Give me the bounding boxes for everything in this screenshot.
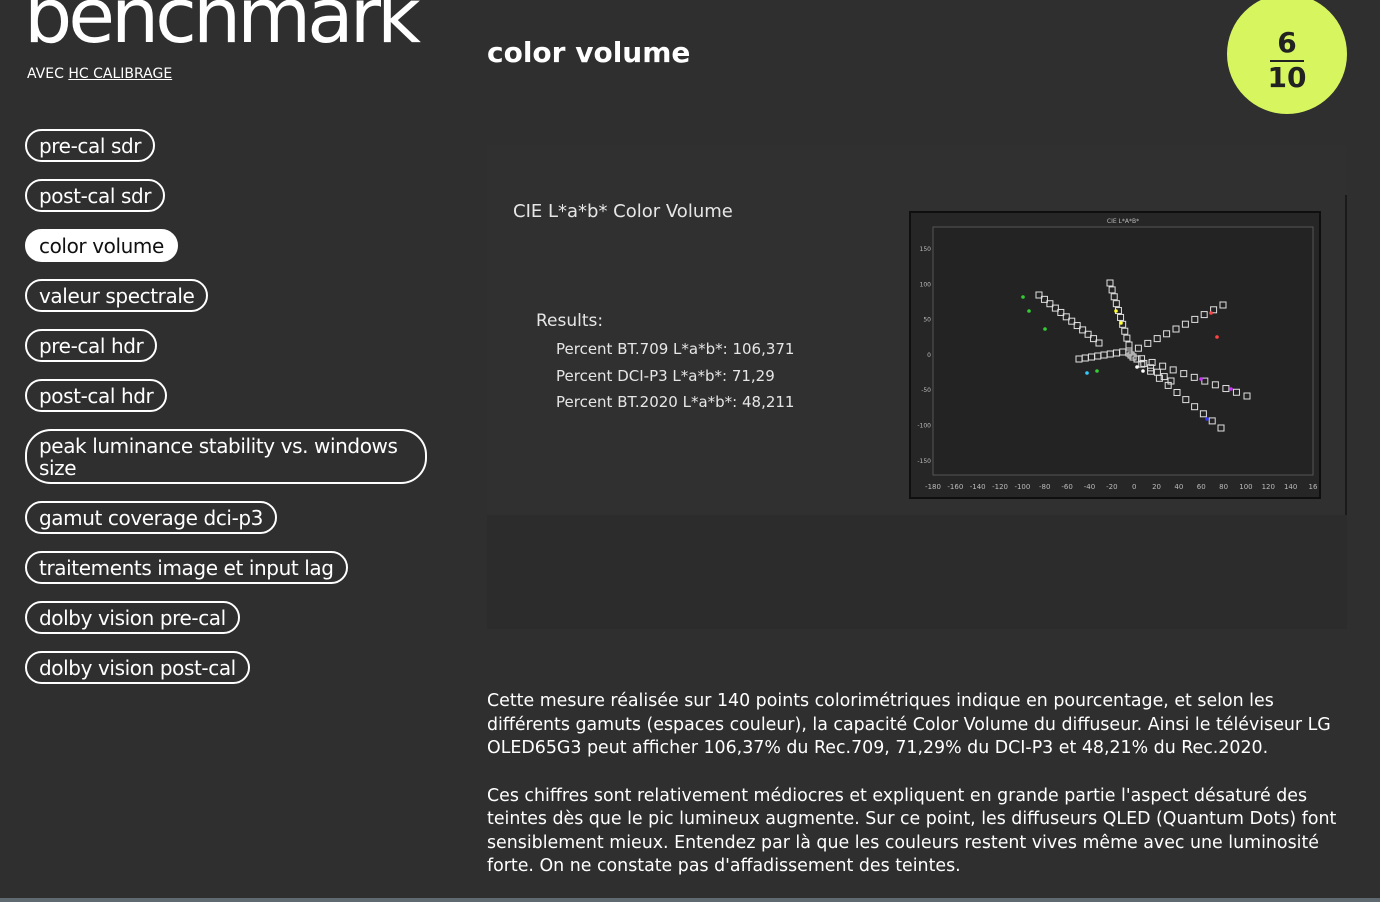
page-title: color volume (487, 36, 691, 69)
plot-dot (1095, 369, 1099, 373)
figure-lower (487, 515, 1347, 629)
lab-plot-svg: CIE L*A*B* -180 -160 -140 -120 -100 -80 -60 -40 -… (917, 218, 1318, 491)
bottom-scrollbar-strip (0, 898, 1380, 902)
x-tick-label: 120 (1262, 483, 1275, 491)
plot-dot (1141, 369, 1145, 373)
nav-item-dolby-vision-post-cal[interactable]: dolby vision post-cal (25, 651, 250, 684)
plot-dot (1119, 321, 1123, 325)
result-bt709: Percent BT.709 L*a*b*: 106,371 (556, 340, 795, 358)
lab-plot: CIE L*A*B* -180 -160 -140 -120 -100 -80 -60 -40 -… (909, 211, 1321, 499)
nav-item-color-volume[interactable]: color volume (25, 229, 178, 262)
x-tick-label: 80 (1219, 483, 1228, 491)
x-tick-label: 40 (1174, 483, 1183, 491)
plot-dot (1043, 327, 1047, 331)
y-tick-label: 100 (920, 281, 932, 288)
plot-dot (1205, 417, 1209, 421)
nav-item-valeur-spectrale[interactable]: valeur spectrale (25, 279, 209, 312)
hc-calibrage-link[interactable]: HC CALIBRAGE (68, 66, 172, 82)
nav-item-dolby-vision-pre-cal[interactable]: dolby vision pre-cal (25, 601, 240, 634)
x-tick-label: 100 (1239, 483, 1252, 491)
plot-dot (1085, 371, 1089, 375)
x-tick-label: -40 (1084, 483, 1095, 491)
results-heading: Results: (536, 311, 604, 331)
y-tick-label: 150 (920, 246, 932, 253)
x-tick-label: -140 (970, 483, 986, 491)
result-dci-p3: Percent DCI-P3 L*a*b*: 71,29 (556, 367, 775, 385)
nav-item-traitements-image[interactable]: traitements image et input lag (25, 551, 348, 584)
x-tick-label: -80 (1039, 483, 1050, 491)
plot-dot (1215, 335, 1219, 339)
score-badge: 6 10 (1227, 0, 1347, 114)
y-tick-label: -150 (917, 458, 931, 465)
nav-item-peak-luminance[interactable]: peak luminance stability vs. windows siz… (25, 429, 427, 484)
nav-item-gamut-coverage[interactable]: gamut coverage dci-p3 (25, 501, 278, 534)
plot-area (932, 226, 1314, 476)
figure-title: CIE L*a*b* Color Volume (513, 201, 733, 222)
x-tick-label: -60 (1061, 483, 1072, 491)
plot-dot (1199, 377, 1203, 381)
result-bt2020: Percent BT.2020 L*a*b*: 48,211 (556, 393, 795, 411)
x-tick-label: 140 (1284, 483, 1297, 491)
color-volume-figure: CIE L*a*b* Color Volume Results: Percent… (487, 145, 1347, 629)
y-tick-label: -50 (921, 387, 931, 394)
article-paragraph: Cette mesure réalisée sur 140 points col… (487, 691, 1331, 758)
x-tick-label: -180 (925, 483, 941, 491)
x-tick-label: -120 (992, 483, 1008, 491)
benchmark-nav: pre-cal sdr post-cal sdr color volume va… (25, 129, 435, 701)
y-tick-label: 0 (927, 352, 931, 359)
brand-logo[interactable]: benchmark (24, 0, 421, 54)
article-paragraph: Ces chiffres sont relativement médiocres… (487, 785, 1337, 877)
nav-item-pre-cal-sdr[interactable]: pre-cal sdr (25, 129, 156, 162)
x-tick-label: -160 (947, 483, 963, 491)
score-total: 10 (1267, 60, 1307, 94)
x-tick-label: 60 (1197, 483, 1206, 491)
nav-item-pre-cal-hdr[interactable]: pre-cal hdr (25, 329, 158, 362)
x-tick-label: 0 (1132, 483, 1136, 491)
plot-dot (1021, 295, 1025, 299)
article-body: Cette mesure réalisée sur 140 points col… (487, 690, 1357, 902)
page: benchmark AVEC HC CALIBRAGE color volume… (0, 0, 1380, 902)
y-tick-label: -100 (917, 423, 931, 430)
nav-item-post-cal-hdr[interactable]: post-cal hdr (25, 379, 168, 412)
x-tick-label: 16 (1309, 483, 1318, 491)
sub-brand-prefix: AVEC (27, 66, 69, 82)
nav-item-post-cal-sdr[interactable]: post-cal sdr (25, 179, 166, 212)
plot-dot (1209, 311, 1213, 315)
plot-title: CIE L*A*B* (1107, 218, 1139, 225)
plot-dot (1114, 309, 1118, 313)
sub-brand: AVEC HC CALIBRAGE (27, 66, 172, 82)
score-value: 6 (1277, 25, 1297, 59)
y-tick-label: 50 (923, 317, 931, 324)
x-tick-label: 20 (1152, 483, 1161, 491)
figure-divider (1345, 195, 1347, 515)
plot-dot (1135, 365, 1139, 369)
plot-dot (1229, 387, 1233, 391)
plot-dot (1027, 309, 1031, 313)
x-tick-label: -100 (1014, 483, 1030, 491)
x-tick-label: -20 (1106, 483, 1117, 491)
